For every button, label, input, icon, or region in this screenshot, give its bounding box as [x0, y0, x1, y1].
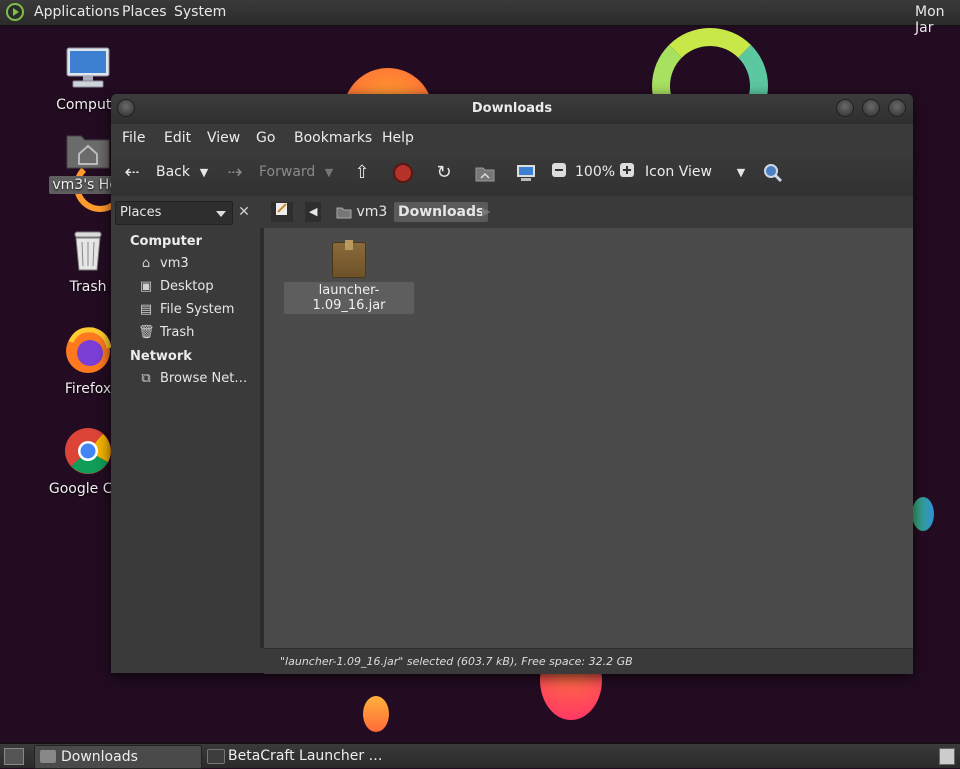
sidebar-item-vm3[interactable]: ⌂ vm3	[138, 256, 189, 271]
computer-icon[interactable]	[515, 162, 537, 184]
back-history-dropdown[interactable]: ▼	[193, 162, 215, 184]
menu-help[interactable]: Help	[382, 130, 414, 146]
stop-icon[interactable]	[392, 162, 414, 184]
zoom-out-icon[interactable]	[548, 162, 570, 184]
desktop-icon-label: Firefox	[64, 381, 112, 397]
task-betacraft[interactable]: BetaCraft Launcher …	[202, 745, 388, 767]
titlebar[interactable]: Downloads	[111, 94, 913, 124]
file-name: launcher-1.09_16.jar	[284, 282, 414, 314]
edit-location-icon[interactable]	[271, 202, 293, 222]
menu-view[interactable]: View	[207, 130, 240, 146]
file-item[interactable]: launcher-1.09_16.jar	[284, 240, 414, 314]
distro-logo-icon[interactable]	[6, 3, 24, 21]
menu-go[interactable]: Go	[256, 130, 275, 146]
chrome-icon	[65, 428, 111, 474]
back-button[interactable]: Back	[156, 164, 190, 180]
maximize-button[interactable]	[862, 99, 880, 117]
betacraft-icon	[207, 749, 225, 764]
chevron-down-icon	[216, 211, 226, 217]
breadcrumb-vm3[interactable]: vm3	[332, 202, 391, 222]
top-panel: Applications Places System Mon Jar	[0, 0, 960, 36]
sidebar-item-trash[interactable]: 🗑 Trash	[138, 325, 194, 340]
task-label: BetaCraft Launcher …	[228, 748, 383, 764]
menubar: File Edit View Go Bookmarks Help	[111, 124, 913, 152]
zoom-level[interactable]: 100%	[575, 164, 615, 180]
file-view[interactable]: launcher-1.09_16.jar	[264, 228, 913, 648]
bottom-panel: Downloads BetaCraft Launcher …	[0, 743, 960, 769]
firefox-icon	[66, 327, 112, 373]
places-sidebar: Computer ⌂ vm3 ▣ Desktop ▤ File System 🗑 Tra…	[111, 228, 264, 648]
sidebar-item-label: vm3	[160, 256, 189, 271]
applications-menu[interactable]: Applications	[34, 4, 120, 20]
network-icon: ⧉	[141, 371, 151, 386]
system-menu[interactable]: System	[174, 4, 226, 20]
wallpaper-small-blob	[363, 696, 389, 732]
sidebar-header-computer: Computer	[130, 234, 203, 249]
forward-history-dropdown[interactable]: ▼	[318, 162, 340, 184]
wallpaper-teal-blob	[912, 497, 934, 531]
sidebar-header-network: Network	[130, 349, 192, 364]
side-pane-selector[interactable]: Places	[115, 201, 233, 225]
view-mode-select[interactable]: Icon View	[645, 164, 712, 180]
status-text: "launcher-1.09_16.jar" selected (603.7 k…	[280, 655, 633, 668]
breadcrumb-downloads[interactable]: Downloads	[394, 202, 489, 222]
close-button[interactable]	[888, 99, 906, 117]
view-mode-dropdown-icon[interactable]: ▼	[730, 162, 752, 184]
forward-button[interactable]: Forward	[259, 164, 315, 180]
sidebar-item-label: Desktop	[160, 279, 214, 294]
minimize-button[interactable]	[836, 99, 854, 117]
folder-icon	[40, 750, 56, 763]
places-menu[interactable]: Places	[122, 4, 167, 20]
breadcrumb-label: vm3	[356, 204, 388, 220]
side-pane-label: Places	[120, 205, 162, 220]
search-icon[interactable]	[762, 162, 784, 184]
file-manager-window: Downloads File Edit View Go Bookmarks He…	[111, 94, 913, 674]
workspace-switcher[interactable]	[939, 748, 955, 765]
close-side-pane-icon[interactable]: ✕	[234, 201, 254, 223]
status-bar: "launcher-1.09_16.jar" selected (603.7 k…	[264, 648, 913, 674]
breadcrumb-next-icon[interactable]: ▶	[478, 202, 494, 222]
computer-icon	[66, 47, 110, 88]
drive-icon: ▤	[139, 302, 153, 317]
back-arrow-icon[interactable]: ⇠	[121, 162, 143, 184]
home-icon[interactable]	[474, 162, 496, 184]
sidebar-item-browse-network[interactable]: ⧉ Browse Net…	[138, 371, 247, 386]
task-downloads[interactable]: Downloads	[34, 745, 202, 769]
sidebar-item-label: File System	[160, 302, 235, 317]
clock[interactable]: Mon Jar	[915, 4, 960, 36]
task-label: Downloads	[61, 749, 138, 765]
location-bar: Places ✕ ◀ vm3 Downloads ▶	[111, 196, 913, 228]
sidebar-item-file-system[interactable]: ▤ File System	[138, 302, 235, 317]
sidebar-item-label: Browse Net…	[160, 371, 248, 386]
zoom-in-icon[interactable]	[616, 162, 638, 184]
reload-icon[interactable]: ↻	[433, 162, 455, 184]
trash-icon	[74, 231, 102, 271]
up-arrow-icon[interactable]: ⇧	[351, 162, 373, 184]
desktop-folder-icon: ▣	[139, 279, 153, 294]
home-folder-icon	[336, 207, 352, 219]
home-folder-icon: ⌂	[141, 256, 151, 271]
menu-bookmarks[interactable]: Bookmarks	[294, 130, 372, 146]
home-folder-icon	[66, 135, 110, 169]
desktop-icon-label: Trash	[69, 279, 107, 295]
sidebar-item-label: Trash	[160, 325, 195, 340]
toolbar: ⇠ Back ▼ ⇢ Forward ▼ ⇧ ↻ 100% Icon View …	[111, 152, 913, 197]
menu-file[interactable]: File	[122, 130, 145, 146]
window-title: Downloads	[471, 101, 553, 116]
show-desktop-icon[interactable]	[4, 748, 24, 765]
trash-icon: 🗑	[138, 325, 155, 340]
jar-package-icon	[332, 240, 366, 278]
menu-edit[interactable]: Edit	[164, 130, 191, 146]
sidebar-item-desktop[interactable]: ▣ Desktop	[138, 279, 214, 294]
breadcrumb-prev-icon[interactable]: ◀	[305, 202, 322, 222]
forward-arrow-icon[interactable]: ⇢	[224, 162, 246, 184]
